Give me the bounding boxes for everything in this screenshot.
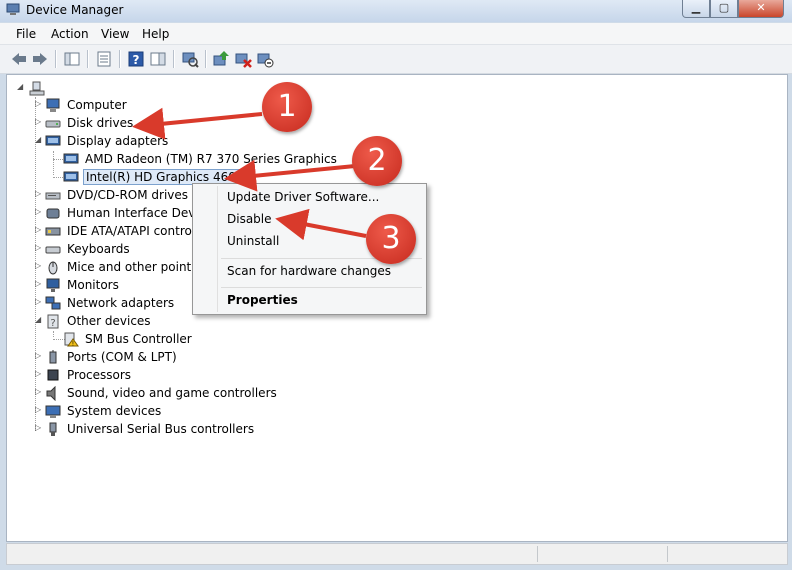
help-icon[interactable]: ? [127,50,145,68]
tree-item-label: Monitors [67,278,119,292]
port-icon [49,350,57,364]
tree-item-label: Display adapters [67,134,169,148]
minimize-button[interactable]: ▁ [682,0,710,18]
callout-step-1: 1 [262,82,312,132]
tree-guide-line [53,331,54,337]
display-adapter-icon [45,135,61,146]
status-divider [667,546,668,562]
processor-icon [47,369,59,381]
tree-item-label: Human Interface Devic [67,206,206,220]
computer-root-icon [29,81,45,96]
callout-step-3: 3 [366,214,416,264]
context-separator [221,287,422,288]
svg-text:!: ! [72,341,74,348]
menu-bar: File Action View Help [0,23,792,45]
callout-step-2: 2 [352,136,402,186]
expand-arrow-icon[interactable]: ▷ [35,351,45,360]
collapse-arrow-icon[interactable]: ◢ [17,82,27,91]
window-controls: ▁ ▢ ✕ [682,0,784,18]
tree-item-label: System devices [67,404,162,418]
unknown-device-warning-icon: ! [64,332,79,348]
ide-controller-icon [45,227,61,236]
expand-arrow-icon[interactable]: ▷ [35,117,45,126]
tree-item-label: Ports (COM & LPT) [67,350,177,364]
usb-icon [49,422,57,436]
expand-arrow-icon[interactable]: ▷ [35,369,45,378]
expand-arrow-icon[interactable]: ▷ [35,297,45,306]
other-devices-icon: ? [47,314,59,329]
expand-arrow-icon[interactable]: ▷ [35,189,45,198]
context-properties[interactable]: Properties [227,293,298,307]
expand-arrow-icon[interactable]: ▷ [35,99,45,108]
expand-arrow-icon[interactable]: ▷ [35,279,45,288]
disable-icon[interactable] [256,50,274,68]
menu-action[interactable]: Action [51,27,89,41]
expand-arrow-icon[interactable]: ▷ [35,423,45,432]
tree-item-label: Network adapters [67,296,175,310]
context-disable[interactable]: Disable [227,212,272,226]
status-bar [6,543,788,565]
dvd-drive-icon [45,192,61,200]
expand-arrow-icon[interactable]: ▷ [35,207,45,216]
tree-item-label: Keyboards [67,242,130,256]
context-update-driver[interactable]: Update Driver Software... [227,190,379,204]
window-title: Device Manager [26,3,124,17]
tree-item-label: Sound, video and game controllers [67,386,277,400]
update-driver-icon[interactable] [212,50,230,68]
expand-arrow-icon[interactable]: ▷ [35,225,45,234]
menu-file[interactable]: File [16,27,36,41]
status-divider [537,546,538,562]
sound-icon [46,386,56,401]
tree-item-label: Processors [67,368,132,382]
svg-text:?: ? [133,53,140,67]
hid-icon [46,208,60,219]
display-adapter-icon [63,153,79,164]
tree-item-label: Mice and other pointin [67,260,203,274]
menu-help[interactable]: Help [142,27,169,41]
collapse-arrow-icon[interactable]: ◢ [35,315,45,324]
mouse-icon [48,261,58,275]
tree-item-label: DVD/CD-ROM drives [67,188,189,202]
tree-item-label: AMD Radeon (TM) R7 370 Series Graphics [85,152,337,166]
action-pane-icon[interactable] [149,50,167,68]
display-adapter-icon [63,171,79,182]
tree-guide-line [53,151,54,175]
title-bar: Device Manager ▁ ▢ ✕ [0,0,792,22]
collapse-arrow-icon[interactable]: ◢ [35,135,45,144]
show-hide-console-tree-icon[interactable] [63,50,81,68]
tree-item-label: SM Bus Controller [85,332,192,346]
back-icon[interactable] [10,50,28,68]
uninstall-icon[interactable] [234,50,252,68]
monitor-icon [46,278,60,292]
menu-view[interactable]: View [101,27,129,41]
device-manager-icon [6,3,20,15]
scan-hardware-icon[interactable] [181,50,199,68]
expand-arrow-icon[interactable]: ▷ [35,387,45,396]
expand-arrow-icon[interactable]: ▷ [35,405,45,414]
system-devices-icon [45,405,61,418]
expand-arrow-icon[interactable]: ▷ [35,261,45,270]
context-uninstall[interactable]: Uninstall [227,234,279,248]
svg-text:?: ? [50,318,55,329]
expand-arrow-icon[interactable]: ▷ [35,243,45,252]
disk-drive-icon [45,120,61,128]
computer-icon [46,98,60,112]
tree-item-label: Other devices [67,314,151,328]
tree-item-label: Universal Serial Bus controllers [67,422,255,436]
keyboard-icon [45,246,61,254]
tree-item-label: Computer [67,98,127,112]
properties-icon[interactable] [95,50,113,68]
maximize-button[interactable]: ▢ [710,0,738,18]
toolbar: ? [0,45,792,74]
tree-item-label: Disk drives [67,116,134,130]
context-scan-hardware[interactable]: Scan for hardware changes [227,264,391,278]
close-button[interactable]: ✕ [738,0,784,18]
network-adapter-icon [45,296,61,310]
forward-icon[interactable] [31,50,49,68]
tree-item-label: IDE ATA/ATAPI control [67,224,196,238]
